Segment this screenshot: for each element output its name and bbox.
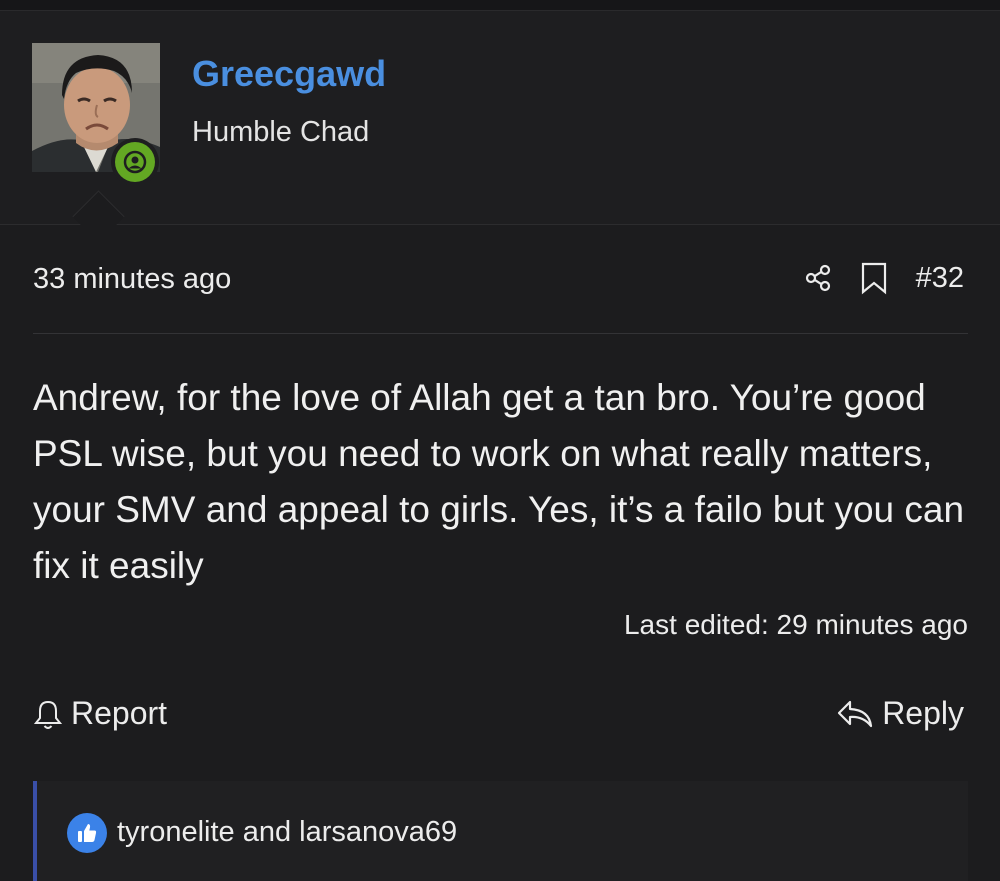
bell-icon — [33, 700, 63, 729]
user-title: Humble Chad — [192, 116, 370, 148]
reply-button[interactable]: Reply — [836, 695, 964, 732]
bookmark-icon[interactable] — [854, 258, 894, 298]
thumbs-up-icon — [67, 813, 107, 853]
reactions-bar[interactable]: tyronelite and larsanova69 — [33, 781, 968, 881]
post-number-link[interactable]: #32 — [916, 262, 964, 295]
online-user-icon — [115, 142, 155, 182]
divider — [33, 333, 968, 334]
top-border — [0, 0, 1000, 11]
post-date[interactable]: 33 minutes ago — [33, 262, 231, 296]
report-button[interactable]: Report — [33, 695, 167, 732]
online-status-badge — [111, 138, 159, 186]
reply-arrow-icon — [838, 700, 873, 727]
post-actions: #32 — [798, 258, 964, 298]
post-body: Andrew, for the love of Allah get a tan … — [33, 377, 965, 586]
share-icon[interactable] — [798, 258, 838, 298]
reply-label: Reply — [882, 695, 964, 731]
report-label: Report — [71, 695, 168, 731]
username-link[interactable]: Greecgawd — [192, 54, 386, 94]
reaction-users[interactable]: tyronelite and larsanova69 — [117, 814, 457, 850]
last-edited: Last edited: 29 minutes ago — [623, 609, 968, 640]
